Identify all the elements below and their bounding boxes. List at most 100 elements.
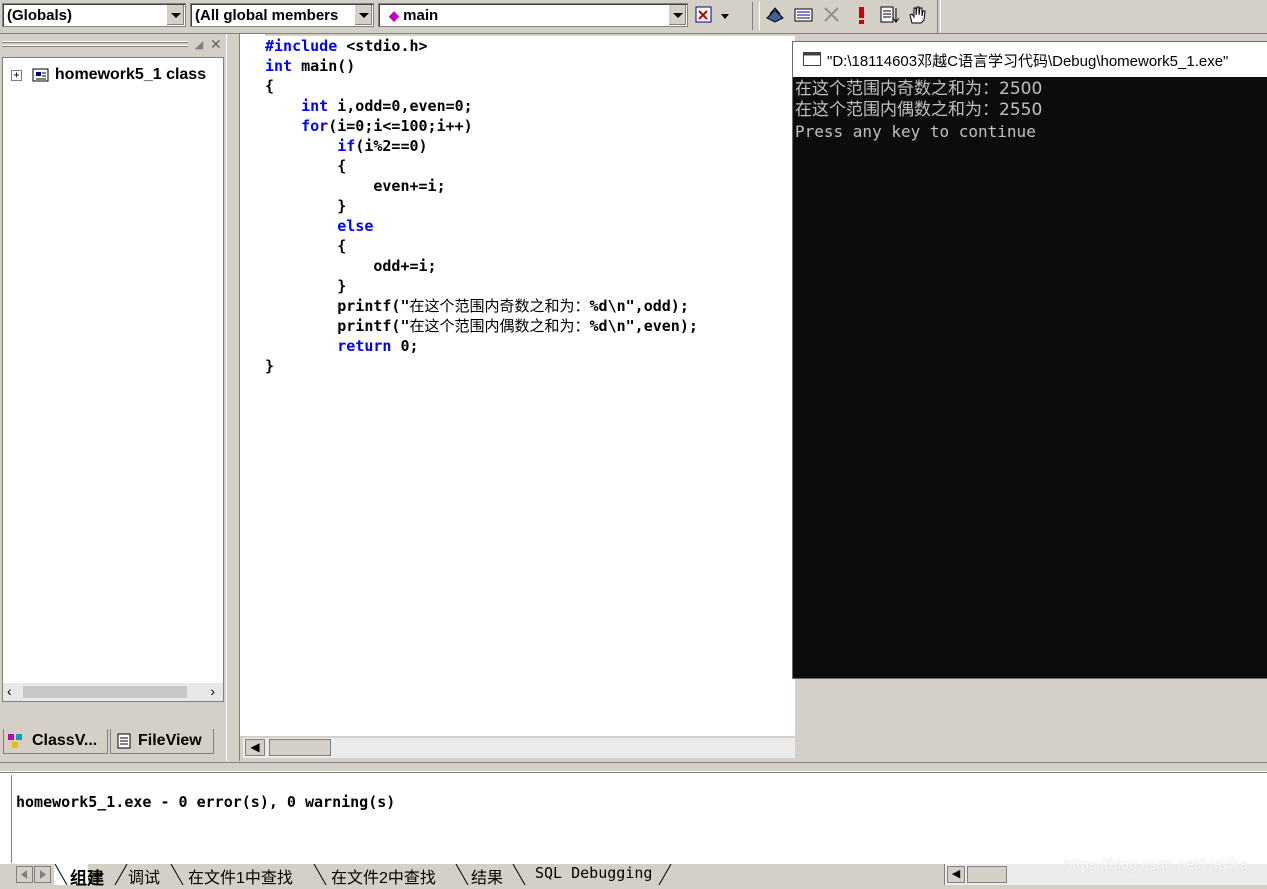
scroll-thumb[interactable] [269, 739, 331, 756]
output-tab-find1[interactable]: 在文件1中查找 [170, 864, 293, 887]
scroll-right-icon[interactable]: › [210, 683, 215, 699]
fileview-icon [117, 733, 131, 754]
code-line[interactable]: } [265, 276, 795, 296]
maximize-icon[interactable]: ◢ [192, 38, 206, 52]
code-text-segment: i,odd=0,even=0; [328, 97, 473, 115]
build-icon[interactable] [792, 4, 816, 26]
code-keyword: return [337, 337, 392, 355]
expand-icon[interactable]: + [11, 69, 22, 81]
compile-icon[interactable] [763, 4, 787, 26]
code-line[interactable]: printf("在这个范围内偶数之和为：%d\n",even); [265, 316, 795, 336]
filter-combo[interactable]: (All global members [190, 3, 374, 27]
code-line[interactable]: printf("在这个范围内奇数之和为：%d\n",odd); [265, 296, 795, 316]
workspace-tab-classview[interactable]: ClassV... [3, 729, 108, 754]
output-tabbar: 组建 调试 在文件1中查找 在文件2中查找 结果 SQL Debugging ◀… [0, 856, 1267, 888]
code-keyword: for [301, 117, 329, 135]
tab-label: SQL Debugging [535, 864, 653, 882]
code-line[interactable]: { [265, 76, 795, 96]
wizard-bar-actions-button[interactable] [693, 4, 717, 26]
code-line[interactable]: for(i=0;i<=100;i++) [265, 116, 795, 136]
code-text-segment: <stdio.h> [337, 37, 428, 55]
go-icon[interactable] [878, 4, 902, 26]
tree-root-label: homework5_1 class [54, 66, 207, 83]
editor-splitter[interactable] [226, 34, 240, 761]
code-text-segment: (i=0;i<=100;i++) [328, 117, 473, 135]
code-line[interactable]: } [265, 356, 795, 376]
output-grip [2, 775, 12, 863]
code-text-segment: (i%2==0) [355, 137, 428, 155]
code-text-segment: { [265, 77, 275, 95]
code-line[interactable]: { [265, 156, 795, 176]
classview-icon [8, 734, 24, 753]
code-text[interactable]: #include <stdio.h> int main(){ int i,odd=… [265, 36, 795, 376]
console-titlebar[interactable]: "D:\18114603邓越C语言学习代码\Debug\homework5_1.… [793, 42, 1267, 77]
console-title: "D:\18114603邓越C语言学习代码\Debug\homework5_1.… [827, 53, 1229, 70]
console-line: 在这个范围内偶数之和为：2550 [795, 100, 1043, 120]
editor-hscrollbar[interactable]: ◀ [243, 738, 795, 758]
code-editor[interactable]: #include <stdio.h> int main(){ int i,odd=… [265, 36, 795, 736]
scope-combo-value: (Globals) [7, 7, 73, 24]
code-line[interactable]: int main() [265, 56, 795, 76]
chevron-down-icon[interactable] [717, 4, 733, 26]
console-output: 在这个范围内奇数之和为：2500 在这个范围内偶数之和为：2550 Press … [793, 77, 1267, 142]
code-keyword: #include [265, 37, 338, 55]
tab-label: 调试 [128, 870, 161, 887]
watermark: https://blog.csdn.net/Hayika [1064, 856, 1249, 873]
toolbar-separator [937, 0, 941, 33]
code-line[interactable]: } [265, 196, 795, 216]
code-line[interactable]: #include <stdio.h> [265, 36, 795, 56]
console-icon [803, 52, 821, 71]
code-line[interactable]: else [265, 216, 795, 236]
tab-label: 在文件2中查找 [331, 870, 436, 887]
chevron-down-icon[interactable] [668, 5, 686, 25]
code-text-segment: odd+=i; [265, 257, 437, 275]
code-text-segment: printf(" [337, 297, 410, 315]
output-splitter[interactable] [0, 762, 1267, 772]
hand-icon[interactable] [905, 4, 929, 26]
horizontal-scrollbar[interactable]: ‹ › [3, 683, 223, 701]
workspace-grip[interactable] [0, 38, 190, 48]
scroll-thumb[interactable] [967, 866, 1007, 883]
execute-icon[interactable] [850, 4, 874, 26]
output-pane[interactable]: homework5_1.exe - 0 error(s), 0 warning(… [0, 772, 1267, 865]
code-text-segment: printf(" [337, 317, 410, 335]
output-tab-find2[interactable]: 在文件2中查找 [313, 864, 436, 887]
console-window[interactable]: "D:\18114603邓越C语言学习代码\Debug\homework5_1.… [792, 41, 1267, 679]
tab-label: ClassV... [32, 732, 98, 749]
scroll-left-icon[interactable]: ◀ [947, 866, 965, 883]
code-line[interactable]: odd+=i; [265, 256, 795, 276]
console-line: 在这个范围内奇数之和为：2500 [795, 79, 1043, 99]
scroll-left-icon[interactable]: ‹ [7, 683, 12, 699]
workspace-tab-fileview[interactable]: FileView [110, 729, 214, 754]
code-text-segment: } [265, 197, 347, 215]
output-tab-debug[interactable]: 调试 [114, 864, 160, 887]
scope-combo[interactable]: (Globals) [2, 3, 186, 27]
stop-build-icon [820, 4, 844, 26]
scroll-left-icon[interactable]: ◀ [245, 739, 265, 756]
output-tab-results[interactable]: 结果 [455, 864, 503, 887]
scroll-thumb[interactable] [23, 686, 187, 698]
output-tab-build[interactable]: 组建 [54, 864, 104, 888]
code-string-cjk: 在这个范围内奇数之和为： [409, 297, 590, 315]
code-line[interactable]: if(i%2==0) [265, 136, 795, 156]
tree-root[interactable]: + homework5_1 class [11, 66, 206, 84]
code-line[interactable]: even+=i; [265, 176, 795, 196]
tab-label: FileView [138, 732, 202, 749]
code-line[interactable]: int i,odd=0,even=0; [265, 96, 795, 116]
function-combo[interactable]: ◆ main [378, 3, 688, 27]
close-icon[interactable]: ✕ [210, 36, 224, 52]
chevron-down-icon[interactable] [354, 5, 372, 25]
code-text-segment: 0; [391, 337, 419, 355]
code-line[interactable]: return 0; [265, 336, 795, 356]
tab-scroll-left[interactable] [16, 866, 52, 883]
tab-label: 在文件1中查找 [188, 870, 293, 887]
code-text-segment: { [265, 237, 347, 255]
output-tab-sql-debugging[interactable]: SQL Debugging [512, 864, 672, 885]
chevron-down-icon[interactable] [166, 5, 184, 25]
code-line[interactable]: { [265, 236, 795, 256]
code-text-segment: } [265, 357, 275, 375]
